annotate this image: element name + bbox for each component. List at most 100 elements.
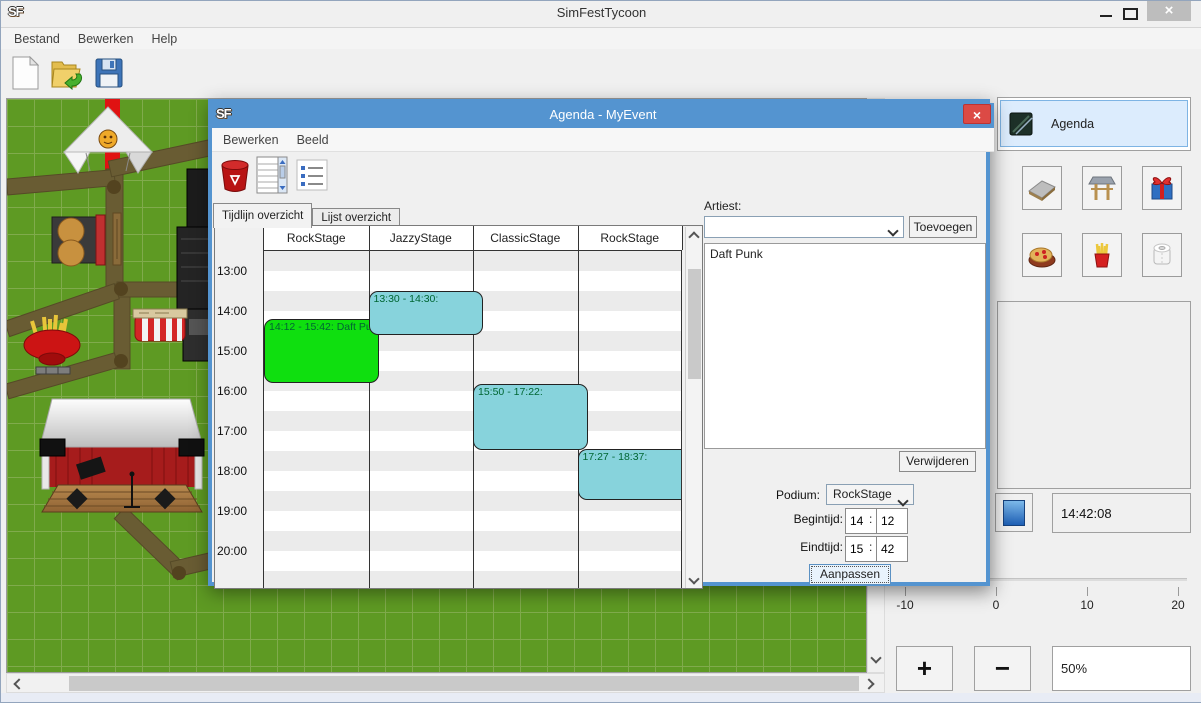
game-clock-value: 14:42:08 <box>1061 506 1112 521</box>
toilet-paper-icon <box>1147 240 1177 270</box>
artist-list-item[interactable]: Daft Punk <box>705 244 985 264</box>
menu-item-bewerken[interactable]: Bewerken <box>69 32 143 46</box>
info-panel <box>997 301 1191 489</box>
dialog-close-button[interactable]: × <box>963 104 991 124</box>
agenda-book-icon <box>1007 109 1037 139</box>
dialog-menu-item-bewerken[interactable]: Bewerken <box>214 133 288 147</box>
hour-label: 15:00 <box>217 344 247 358</box>
zoom-out-button[interactable]: − <box>974 646 1031 691</box>
hour-label: 17:00 <box>217 424 247 438</box>
slider-tick-label: 20 <box>1171 598 1184 612</box>
artist-listbox[interactable]: Daft Punk <box>704 243 986 449</box>
slider-tick <box>996 587 997 596</box>
schedule-event[interactable]: 13:30 - 14:30: <box>369 291 484 335</box>
stage-column-header: JazzyStage <box>369 226 475 250</box>
hour-label: 13:00 <box>217 264 247 278</box>
time-separator: : <box>869 512 872 526</box>
zoom-level-value: 50% <box>1061 661 1087 676</box>
list-view-icon <box>296 159 328 191</box>
chevron-down-icon <box>889 224 897 238</box>
scroll-left-icon[interactable] <box>13 678 24 689</box>
build-fries-button[interactable] <box>1082 233 1122 277</box>
toolbox-item-agenda[interactable]: Agenda <box>1000 100 1188 147</box>
pizza-icon <box>1027 240 1057 270</box>
stage-column-header: RockStage <box>578 226 684 250</box>
schedule-event[interactable]: 14:12 - 15:42: Daft Punk <box>264 319 379 383</box>
main-stage <box>40 399 204 512</box>
hour-label: 16:00 <box>217 384 247 398</box>
play-pause-button[interactable] <box>995 493 1033 532</box>
build-entrance-gate-button[interactable] <box>1082 166 1122 210</box>
scroll-up-icon[interactable] <box>688 231 699 242</box>
hour-label: 19:00 <box>217 504 247 518</box>
tab-tijdlijn-overzicht[interactable]: Tijdlijn overzicht <box>213 203 312 228</box>
toolbox-list: Agenda <box>997 97 1191 151</box>
time-gutter: 13:0014:0015:0016:0017:0018:0019:0020:00 <box>215 226 264 589</box>
toolbox-item-label: Agenda <box>1051 117 1094 131</box>
build-toilet-paper-button[interactable] <box>1142 233 1182 277</box>
slider-tick <box>1178 587 1179 596</box>
stage-column-header: RockStage <box>264 226 370 250</box>
scroll-down-icon[interactable] <box>688 573 699 584</box>
add-artist-button[interactable]: Toevoegen <box>909 216 977 238</box>
window-titlebar: SF SimFestTycoon × <box>1 1 1201 25</box>
podium-select[interactable]: RockStage <box>826 484 914 505</box>
delete-event-button[interactable] <box>218 156 252 196</box>
build-road-button[interactable] <box>1022 166 1062 210</box>
new-document-button[interactable] <box>7 53 43 93</box>
build-pizza-button[interactable] <box>1022 233 1062 277</box>
podium-select-value: RockStage <box>833 487 892 501</box>
table-view-button[interactable] <box>254 154 290 196</box>
end-time-label: Eindtijd: <box>757 540 843 554</box>
hour-label: 14:00 <box>217 304 247 318</box>
scroll-right-icon[interactable] <box>863 678 874 689</box>
road-icon <box>1027 173 1057 203</box>
list-view-button[interactable] <box>294 156 330 194</box>
start-minute-input[interactable] <box>876 508 908 534</box>
open-file-button[interactable] <box>49 53 85 93</box>
maximize-button[interactable] <box>1121 6 1137 20</box>
menu-item-help[interactable]: Help <box>142 32 186 46</box>
zoom-in-button[interactable]: + <box>896 646 953 691</box>
map-hscroll-thumb[interactable] <box>69 676 859 691</box>
slider-tick-label: -10 <box>896 598 913 612</box>
schedule-header: RockStageJazzyStageClassicStageRockStage <box>264 226 682 251</box>
end-minute-input[interactable] <box>876 536 908 562</box>
window-title: SimFestTycoon <box>1 5 1201 20</box>
window-toolbar <box>1 49 1201 97</box>
start-time-label: Begintijd: <box>757 512 843 526</box>
schedule-scroll-thumb[interactable] <box>688 269 701 379</box>
slider-tick-label: 10 <box>1080 598 1093 612</box>
fries-icon <box>1087 240 1117 270</box>
stage-column-header: ClassicStage <box>473 226 579 250</box>
build-gift-button[interactable] <box>1142 166 1182 210</box>
schedule-event[interactable]: 17:27 - 18:37: <box>578 449 683 500</box>
hour-label: 18:00 <box>217 464 247 478</box>
time-separator: : <box>869 540 872 554</box>
menu-item-bestand[interactable]: Bestand <box>5 32 69 46</box>
gift-icon <box>1147 173 1177 203</box>
remove-artist-button[interactable]: Verwijderen <box>899 451 976 472</box>
save-button[interactable] <box>91 53 127 93</box>
close-button[interactable]: × <box>1147 1 1191 21</box>
schedule-event[interactable]: 15:50 - 17:22: <box>473 384 588 449</box>
schedule-rows[interactable]: 14:12 - 15:42: Daft Punk13:30 - 14:30: 15… <box>264 251 682 589</box>
map-horizontal-scrollbar[interactable] <box>6 673 885 693</box>
scroll-down-icon[interactable] <box>870 652 881 663</box>
zoom-level-field[interactable]: 50% <box>1052 646 1191 691</box>
dialog-menu-item-beeld[interactable]: Beeld <box>288 133 338 147</box>
schedule-scrollbar[interactable] <box>685 227 703 589</box>
maximize-icon <box>1123 8 1138 20</box>
apply-button[interactable]: Aanpassen <box>809 564 891 585</box>
artist-dropdown[interactable] <box>704 216 904 238</box>
minimize-icon <box>1100 15 1112 17</box>
agenda-dialog: SF Agenda - MyEvent × BewerkenBeeld <box>208 99 990 586</box>
minimize-button[interactable] <box>1096 7 1116 21</box>
dialog-titlebar[interactable]: SF Agenda - MyEvent × <box>212 103 994 128</box>
slider-tick <box>905 587 906 596</box>
open-folder-icon <box>50 56 84 90</box>
slider-tick-label: 0 <box>993 598 1000 612</box>
play-state-icon <box>1003 500 1025 526</box>
striped-stall <box>133 309 187 341</box>
entrance-gate-icon <box>1087 173 1117 203</box>
